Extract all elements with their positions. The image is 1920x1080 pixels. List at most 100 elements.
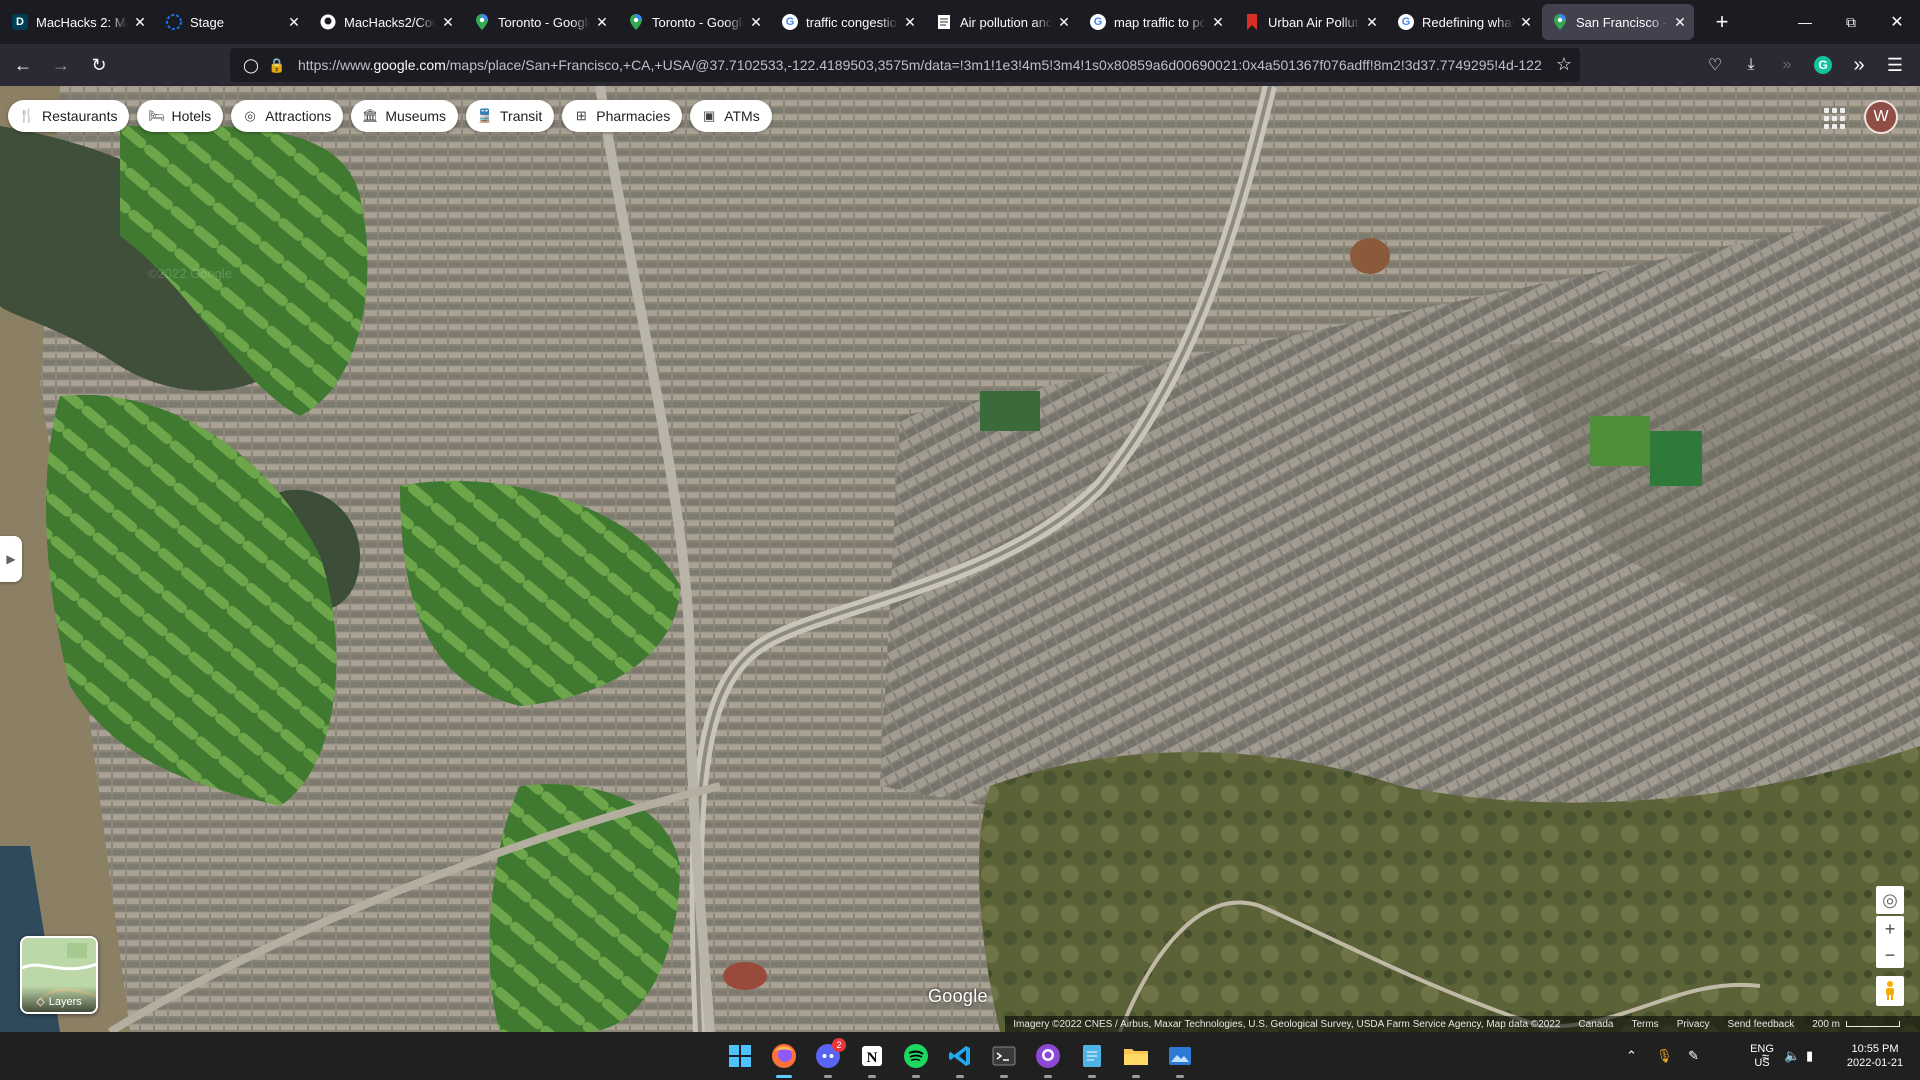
close-tab-icon[interactable]: ✕: [1056, 14, 1072, 30]
scale-bar[interactable]: 200 m: [1812, 1019, 1900, 1030]
new-tab-button[interactable]: +: [1706, 6, 1738, 38]
github-desktop-logo: [1036, 1044, 1060, 1068]
discord-icon[interactable]: 2: [812, 1038, 846, 1078]
chip-transit[interactable]: 🚆 Transit: [466, 100, 555, 132]
chip-attractions[interactable]: ◎ Attractions: [231, 100, 344, 132]
pocket-icon[interactable]: ♡: [1698, 48, 1732, 82]
close-tab-icon[interactable]: ✕: [1364, 14, 1380, 30]
send-feedback-link[interactable]: Send feedback: [1727, 1019, 1794, 1030]
close-tab-icon[interactable]: ✕: [1518, 14, 1534, 30]
fork-knife-icon: 🍴: [18, 108, 36, 123]
satellite-map[interactable]: ©2022 Google 🍴 Restaurants 🛏 Hotels ◎ Attract…: [0, 86, 1920, 1032]
imagery-attribution: Imagery ©2022 CNES / Airbus, Maxar Techn…: [1013, 1018, 1561, 1030]
downloads-icon[interactable]: ⤓: [1734, 48, 1768, 82]
shield-icon[interactable]: ◯: [240, 54, 262, 76]
train-icon: 🚆: [476, 108, 494, 123]
satellite-imagery[interactable]: [0, 86, 1920, 1032]
chip-atms[interactable]: ▣ ATMs: [690, 100, 772, 132]
zoom-out-button[interactable]: −: [1876, 942, 1904, 968]
chip-museums[interactable]: 🏛 Museums: [351, 100, 458, 132]
browser-tab[interactable]: G Redefining what a✕: [1388, 4, 1540, 40]
browser-tab[interactable]: Toronto - Google Maps✕: [618, 4, 770, 40]
close-window-button[interactable]: ✕: [1874, 0, 1920, 44]
volume-icon[interactable]: 🔈: [1784, 1032, 1800, 1080]
overflow-chevron-icon[interactable]: »: [1842, 48, 1876, 82]
hamburger-menu-icon[interactable]: ☰: [1878, 48, 1912, 82]
forward-button[interactable]: →: [44, 48, 78, 82]
minimize-button[interactable]: —: [1782, 0, 1828, 44]
terms-link[interactable]: Terms: [1631, 1019, 1658, 1030]
google-apps-grid-icon[interactable]: [1820, 104, 1846, 130]
extension-forward-icon[interactable]: »: [1770, 48, 1804, 82]
browser-tab[interactable]: Air pollution and health✕: [926, 4, 1078, 40]
layers-button[interactable]: ◇ Layers: [20, 936, 98, 1014]
firefox-icon[interactable]: [768, 1040, 800, 1078]
browser-tab[interactable]: MacHacks2/Code✕: [310, 4, 462, 40]
vscode-icon[interactable]: [944, 1040, 976, 1078]
browser-tab[interactable]: Gtraffic congestion ✕: [772, 4, 924, 40]
notion-icon[interactable]: N: [856, 1040, 888, 1078]
file-explorer-icon[interactable]: [1120, 1040, 1152, 1078]
close-tab-icon[interactable]: ✕: [1672, 14, 1688, 30]
restore-button[interactable]: ⧉: [1828, 0, 1874, 44]
my-location-icon[interactable]: ◎: [1876, 886, 1904, 914]
chip-pharmacies[interactable]: ⊞ Pharmacies: [562, 100, 683, 132]
url-text[interactable]: https://www.google.com/maps/place/San+Fr…: [298, 57, 1558, 73]
url-bar[interactable]: ◯ 🔒 https://www.google.com/maps/place/Sa…: [230, 48, 1580, 82]
show-hidden-icons-chevron[interactable]: ⌃: [1626, 1032, 1637, 1080]
browser-tab[interactable]: D MacHacks 2: MacHacks✕: [2, 4, 154, 40]
firefox-logo: [772, 1044, 796, 1068]
browser-tab[interactable]: Urban Air Pollution✕: [1234, 4, 1386, 40]
reload-button[interactable]: ↻: [82, 48, 116, 82]
notepad-icon[interactable]: [1076, 1040, 1108, 1078]
scale-line: [1846, 1021, 1900, 1027]
collapse-side-panel-button[interactable]: ▶: [0, 536, 22, 582]
bed-icon: 🛏: [148, 108, 165, 123]
close-tab-icon[interactable]: ✕: [440, 14, 456, 30]
battery-icon[interactable]: ▮: [1806, 1032, 1813, 1080]
microphone-icon[interactable]: 🎙: [1656, 1032, 1673, 1080]
zoom-in-button[interactable]: +: [1876, 916, 1904, 942]
maps-pin-icon: [1552, 14, 1568, 30]
chip-label: ATMs: [724, 108, 760, 124]
chip-restaurants[interactable]: 🍴 Restaurants: [8, 100, 130, 132]
back-button[interactable]: ←: [6, 48, 40, 82]
bookmark-star-icon[interactable]: ☆: [1556, 54, 1572, 75]
maps-pin-shape: [630, 14, 642, 30]
github-desktop-icon[interactable]: [1032, 1040, 1064, 1078]
user-avatar[interactable]: W: [1864, 100, 1898, 134]
camera-icon: ◎: [244, 108, 256, 123]
close-tab-icon[interactable]: ✕: [132, 14, 148, 30]
pegman-street-view-icon[interactable]: [1876, 976, 1904, 1006]
browser-tab[interactable]: San Francisco - Google Maps✕: [1542, 4, 1694, 40]
browser-tab[interactable]: Gmap traffic to pollution✕: [1080, 4, 1232, 40]
wifi-icon[interactable]: ≈: [1762, 1032, 1769, 1080]
tab-title: MacHacks 2: MacHacks: [36, 14, 128, 30]
browser-tab[interactable]: Stage ✕: [156, 4, 308, 40]
chip-hotels[interactable]: 🛏 Hotels: [137, 100, 224, 132]
close-tab-icon[interactable]: ✕: [748, 14, 764, 30]
grammarly-icon[interactable]: G: [1806, 48, 1840, 82]
tab-title: traffic congestion: [806, 14, 898, 30]
photos-logo: [1169, 1047, 1191, 1065]
bookmark-shape: [1247, 14, 1257, 30]
windows-start-icon[interactable]: [724, 1040, 756, 1072]
terminal-icon[interactable]: [988, 1040, 1020, 1078]
system-clock[interactable]: 10:55 PM 2022-01-21: [1830, 1042, 1920, 1070]
tab-title: Air pollution and health: [960, 14, 1052, 30]
close-tab-icon[interactable]: ✕: [594, 14, 610, 30]
close-tab-icon[interactable]: ✕: [286, 14, 302, 30]
region-link[interactable]: Canada: [1578, 1019, 1613, 1030]
browser-tab[interactable]: Toronto - Google Maps✕: [464, 4, 616, 40]
close-tab-icon[interactable]: ✕: [902, 14, 918, 30]
spotify-icon[interactable]: [900, 1040, 932, 1078]
photos-icon[interactable]: [1164, 1040, 1196, 1078]
discord-badge: 2: [832, 1038, 846, 1052]
tab-title: map traffic to pollution: [1114, 14, 1206, 30]
stage-shape: [166, 14, 182, 30]
pen-icon[interactable]: ✎: [1688, 1032, 1699, 1080]
tab-title: Toronto - Google Maps: [652, 14, 744, 30]
close-tab-icon[interactable]: ✕: [1210, 14, 1226, 30]
privacy-link[interactable]: Privacy: [1677, 1019, 1710, 1030]
lock-icon[interactable]: 🔒: [266, 54, 288, 76]
